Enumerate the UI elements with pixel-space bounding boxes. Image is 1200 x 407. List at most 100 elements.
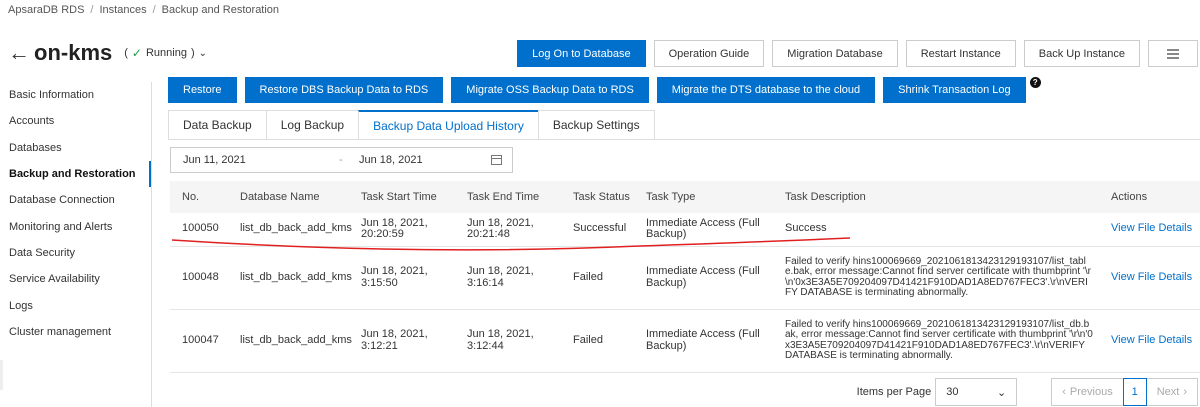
page-title: on-kms — [34, 40, 113, 65]
cell-status: Failed — [561, 246, 634, 310]
tab-data-backup[interactable]: Data Backup — [168, 110, 266, 140]
breadcrumb-rds[interactable]: ApsaraDB RDS — [8, 4, 84, 16]
column-header: Database Name — [228, 181, 349, 213]
cell-no: 100050 — [170, 213, 228, 247]
back-arrow-icon[interactable]: ← — [8, 42, 30, 64]
tabs: Data Backup Log Backup Backup Data Uploa… — [168, 110, 655, 140]
cell-type: Immediate Access (Full Backup) — [634, 213, 773, 247]
chevron-down-icon: ⌄ — [997, 386, 1007, 399]
table-row: 100050 list_db_back_add_kms Jun 18, 2021… — [170, 213, 1200, 247]
sidebar-item-monitoring-and-alerts[interactable]: Monitoring and Alerts — [0, 213, 151, 239]
cell-description: Failed to verify hins100069669_202106181… — [773, 246, 1099, 310]
sidebar-item-backup-and-restoration[interactable]: Backup and Restoration — [0, 160, 151, 188]
check-icon: ✓ — [131, 46, 142, 60]
cell-end-time: Jun 18, 2021, 20:21:48 — [455, 213, 561, 247]
migration-database-button[interactable]: Migration Database — [772, 40, 898, 67]
sidebar: Basic Information Accounts Databases Bac… — [0, 82, 152, 407]
sidebar-item-database-connection[interactable]: Database Connection — [0, 187, 151, 213]
action-buttons: Restore Restore DBS Backup Data to RDS M… — [168, 77, 1041, 103]
table-header-row: No. Database Name Task Start Time Task E… — [170, 181, 1200, 213]
date-range-picker[interactable]: Jun 11, 2021 - Jun 18, 2021 — [170, 147, 513, 173]
page-number-current[interactable]: 1 — [1122, 378, 1147, 406]
sidebar-item-logs[interactable]: Logs — [0, 292, 151, 318]
migrate-dts-database-button[interactable]: Migrate the DTS database to the cloud — [656, 77, 876, 103]
chevron-down-icon: ⌄ — [198, 47, 208, 59]
restore-dbs-backup-button[interactable]: Restore DBS Backup Data to RDS — [244, 77, 444, 103]
instance-status[interactable]: (✓ Running) ⌄ — [124, 46, 207, 60]
previous-label: Previous — [1069, 386, 1113, 398]
breadcrumb-instances[interactable]: Instances — [99, 4, 146, 16]
column-header: No. — [170, 181, 228, 213]
next-label: Next — [1156, 386, 1180, 398]
scrollbar[interactable] — [0, 360, 3, 390]
view-file-details-link[interactable]: View File Details — [1099, 213, 1200, 247]
cell-database: list_db_back_add_kms — [228, 213, 352, 247]
view-file-details-link[interactable]: View File Details — [1099, 309, 1200, 373]
sidebar-item-data-security[interactable]: Data Security — [0, 240, 151, 266]
log-on-database-button[interactable]: Log On to Database — [517, 40, 646, 67]
column-header: Task Start Time — [349, 181, 455, 213]
sidebar-item-databases[interactable]: Databases — [0, 135, 151, 161]
sidebar-item-service-availability[interactable]: Service Availability — [0, 266, 151, 292]
help-icon[interactable]: ? — [1029, 77, 1041, 88]
page-size-value: 30 — [946, 386, 959, 398]
title-row: ← on-kms (✓ Running) ⌄ — [8, 40, 207, 66]
page-size-select[interactable]: 30 ⌄ — [935, 378, 1018, 406]
migrate-oss-backup-button[interactable]: Migrate OSS Backup Data to RDS — [451, 77, 649, 103]
cell-no: 100048 — [170, 246, 228, 310]
cell-status: Failed — [561, 309, 634, 373]
date-start[interactable]: Jun 11, 2021 — [171, 154, 339, 166]
cell-no: 100047 — [170, 309, 228, 373]
tab-backup-upload-history[interactable]: Backup Data Upload History — [358, 110, 538, 140]
status-text: Running — [145, 47, 187, 59]
next-page-button[interactable]: Next › — [1146, 378, 1198, 406]
sidebar-item-cluster-management[interactable]: Cluster management — [0, 319, 151, 345]
table-row: 100048 list_db_back_add_kms Jun 18, 2021… — [170, 246, 1200, 310]
cell-type: Immediate Access (Full Backup) — [634, 309, 773, 373]
view-file-details-link[interactable]: View File Details — [1099, 246, 1200, 310]
cell-end-time: Jun 18, 2021, 3:16:14 — [455, 246, 561, 310]
chevron-left-icon: ‹ — [1062, 386, 1066, 398]
column-header: Actions — [1099, 181, 1200, 213]
restore-button[interactable]: Restore — [168, 77, 237, 103]
column-header: Task Description — [773, 181, 1099, 213]
cell-description: Failed to verify hins100069669_202106181… — [773, 309, 1099, 373]
cell-end-time: Jun 18, 2021, 3:12:44 — [455, 309, 561, 373]
date-separator: - — [339, 154, 343, 166]
column-header: Task Status — [561, 181, 634, 213]
previous-page-button[interactable]: ‹ Previous — [1051, 378, 1123, 406]
column-header: Task Type — [634, 181, 773, 213]
items-per-page-label: Items per Page — [856, 386, 932, 398]
restart-instance-button[interactable]: Restart Instance — [905, 40, 1016, 67]
upload-history-table: No. Database Name Task Start Time Task E… — [170, 181, 1200, 373]
sidebar-item-accounts[interactable]: Accounts — [0, 108, 151, 134]
cell-type: Immediate Access (Full Backup) — [634, 246, 773, 310]
sidebar-item-basic-information[interactable]: Basic Information — [0, 82, 151, 108]
shrink-transaction-log-button[interactable]: Shrink Transaction Log — [883, 77, 1026, 103]
cell-database: list_db_back_add_kms — [228, 309, 352, 373]
breadcrumb-current: Backup and Restoration — [161, 4, 280, 16]
calendar-icon[interactable] — [491, 155, 502, 165]
menu-icon — [1167, 48, 1179, 59]
column-header: Task End Time — [455, 181, 561, 213]
cell-description: Success — [773, 213, 1099, 247]
chevron-right-icon: › — [1183, 386, 1187, 398]
pagination: Items per Page 30 ⌄ ‹ Previous 1 Next › — [857, 378, 1198, 406]
date-end[interactable]: Jun 18, 2021 — [359, 154, 491, 166]
operation-guide-button[interactable]: Operation Guide — [653, 40, 765, 67]
cell-status: Successful — [561, 213, 634, 247]
cell-start-time: Jun 18, 2021, 3:12:21 — [349, 309, 455, 373]
breadcrumb: ApsaraDB RDS / Instances / Backup and Re… — [8, 4, 279, 16]
tab-log-backup[interactable]: Log Backup — [265, 110, 359, 140]
table-row: 100047 list_db_back_add_kms Jun 18, 2021… — [170, 309, 1200, 373]
cell-start-time: Jun 18, 2021, 3:15:50 — [349, 246, 455, 310]
breadcrumb-separator: / — [152, 4, 156, 16]
back-up-instance-button[interactable]: Back Up Instance — [1023, 40, 1140, 67]
more-menu-button[interactable] — [1148, 40, 1198, 67]
tab-divider — [168, 139, 1200, 140]
breadcrumb-separator: / — [90, 4, 94, 16]
tab-backup-settings[interactable]: Backup Settings — [537, 110, 655, 140]
cell-start-time: Jun 18, 2021, 20:20:59 — [349, 213, 455, 247]
top-actions: Log On to Database Operation Guide Migra… — [517, 40, 1198, 67]
cell-database: list_db_back_add_kms — [228, 246, 352, 310]
